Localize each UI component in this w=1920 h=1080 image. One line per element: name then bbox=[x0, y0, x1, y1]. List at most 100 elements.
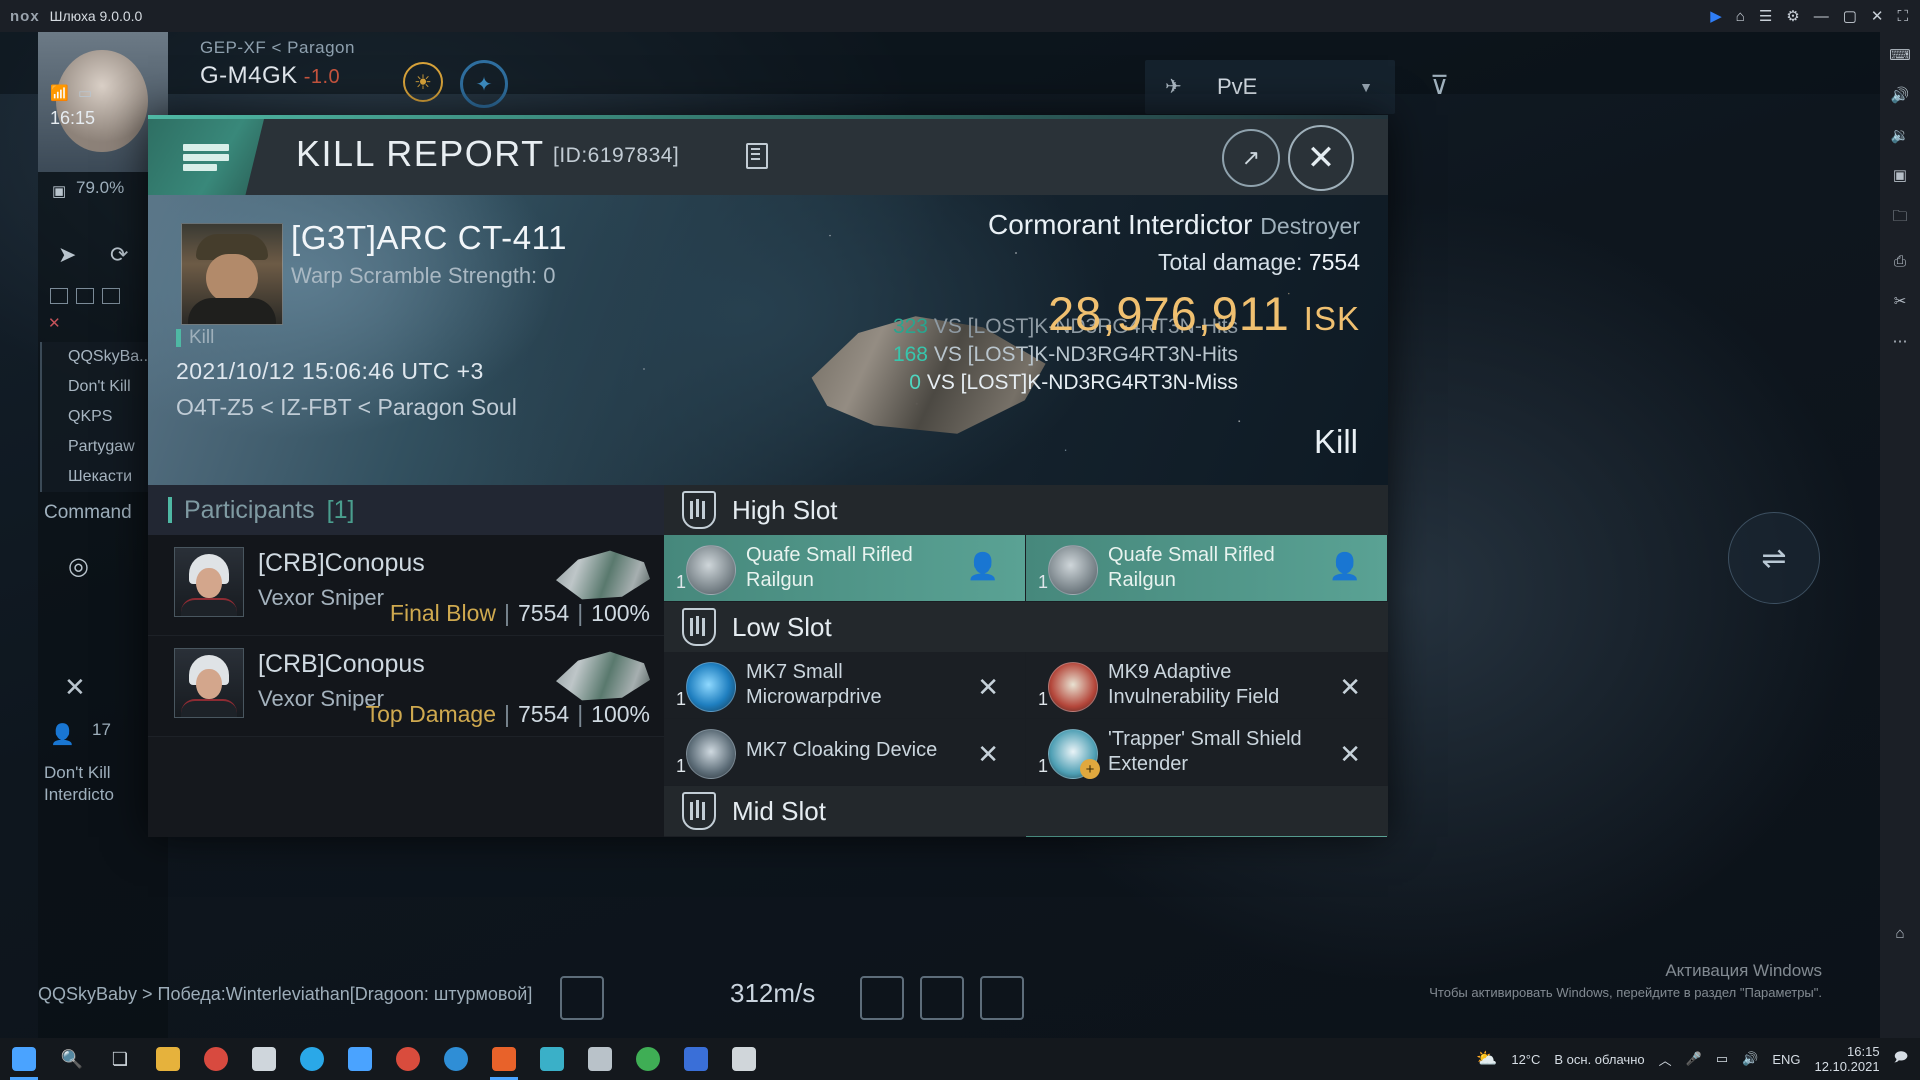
module-name: MK7 Cloaking Device bbox=[746, 739, 938, 761]
participants-count: [1] bbox=[326, 495, 355, 524]
list-item-2[interactable]: QKPS bbox=[40, 402, 162, 432]
scan-icon[interactable] bbox=[560, 976, 604, 1020]
play-icon[interactable]: ▶ bbox=[1710, 9, 1722, 24]
copy-icon[interactable] bbox=[746, 143, 768, 169]
filter-icon[interactable]: ⊽ bbox=[1430, 70, 1449, 101]
list-item-0[interactable]: QQSkyBa... bbox=[40, 342, 162, 372]
module-name: MK7 Small Microwarpdrive bbox=[746, 661, 882, 708]
taskbar-app-media-player[interactable] bbox=[672, 1038, 720, 1080]
pve-mode-selector[interactable]: ✈ PvE ▼ bbox=[1145, 60, 1395, 114]
battery-icon[interactable]: ▭ bbox=[1716, 1051, 1728, 1067]
shield-emblem-icon[interactable]: ✦ bbox=[460, 60, 508, 108]
taskbar-app-firefox-dev[interactable] bbox=[384, 1038, 432, 1080]
external-link-icon[interactable]: ↗ bbox=[1222, 129, 1280, 187]
screenshot-icon[interactable]: ▣ bbox=[1893, 166, 1907, 184]
ship-stats-block: Cormorant Interdictor Destroyer Total da… bbox=[988, 209, 1360, 341]
person-icon[interactable]: 👤 bbox=[1329, 551, 1361, 582]
module-item[interactable]: + 1 'Trapper' Small Shield Extender ✕ bbox=[1026, 719, 1388, 786]
module-item[interactable]: 1 MK7 Interdiction 👤 bbox=[1026, 836, 1388, 837]
warp-control-icon[interactable]: ⇌ bbox=[1728, 512, 1820, 604]
close-icon[interactable]: ✕ bbox=[1339, 739, 1361, 770]
taskbar-app-chrome[interactable] bbox=[192, 1038, 240, 1080]
module-item[interactable]: 1 Republic Fleet Warp ✕ bbox=[664, 836, 1026, 837]
taskbar-app-nox-player[interactable] bbox=[480, 1038, 528, 1080]
emulator-sidebar: ⌨ 🔊 🔉 ▣ 🗀 ⎙ ✂ ⋯ ⌂ bbox=[1880, 32, 1920, 1062]
more-icon[interactable]: ⋯ bbox=[1893, 332, 1908, 350]
fitting-panel: High Slot 1 Quafe Small Rifled Railgun 👤… bbox=[664, 485, 1388, 837]
language-indicator[interactable]: ENG bbox=[1772, 1052, 1800, 1067]
list-item-3[interactable]: Partygaw bbox=[40, 432, 162, 462]
volume-up-icon[interactable]: 🔊 bbox=[1891, 86, 1910, 104]
taskbar-app-edge[interactable] bbox=[432, 1038, 480, 1080]
task-view-icon[interactable]: ❏ bbox=[96, 1038, 144, 1080]
volume-icon[interactable]: 🔊 bbox=[1742, 1051, 1758, 1067]
module-slot-3[interactable] bbox=[980, 976, 1024, 1020]
maximize-icon[interactable]: ▢ bbox=[1843, 9, 1857, 24]
taskbar-app-store[interactable] bbox=[336, 1038, 384, 1080]
module-item[interactable]: 1 MK9 Adaptive Invulnerability Field ✕ bbox=[1026, 652, 1388, 719]
taskbar-clock[interactable]: 16:15 12.10.2021 bbox=[1814, 1044, 1879, 1074]
hamburger-menu-icon[interactable] bbox=[148, 119, 264, 195]
home-nav-icon[interactable]: ⌂ bbox=[1895, 925, 1904, 942]
close-icon[interactable]: ✕ bbox=[1339, 672, 1361, 703]
navigate-icon[interactable]: ➤ bbox=[58, 242, 76, 268]
close-icon[interactable]: ✕ bbox=[1871, 9, 1884, 24]
taskbar-app-file-explorer[interactable] bbox=[144, 1038, 192, 1080]
list-item-1[interactable]: Don't Kill bbox=[40, 372, 162, 402]
target-x-icon[interactable]: ✕ bbox=[48, 314, 61, 332]
module-item[interactable]: 1 Quafe Small Rifled Railgun 👤 bbox=[664, 535, 1026, 602]
table-row[interactable]: [CRB]Conopus Vexor Sniper Top Damage | 755… bbox=[148, 636, 664, 737]
keyboard-icon[interactable]: ⌨ bbox=[1889, 46, 1911, 64]
cargo-percent: 79.0% bbox=[76, 178, 125, 197]
windows-start-icon[interactable] bbox=[0, 1038, 48, 1080]
taskbar-app-notepad[interactable] bbox=[240, 1038, 288, 1080]
hex-icon-2 bbox=[76, 288, 94, 304]
person-icon[interactable]: 👤 bbox=[967, 551, 999, 582]
chevron-down-icon[interactable]: ▼ bbox=[1359, 79, 1373, 95]
module-qty: 1 bbox=[676, 689, 687, 709]
minimize-icon[interactable]: — bbox=[1814, 9, 1829, 24]
close-icon[interactable]: ✕ bbox=[977, 739, 999, 770]
search-icon[interactable]: 🔍 bbox=[48, 1038, 96, 1080]
volume-down-icon[interactable]: 🔉 bbox=[1891, 126, 1910, 144]
taskbar-app-chrome-2[interactable] bbox=[624, 1038, 672, 1080]
participant-damage: 7554 bbox=[518, 600, 570, 626]
module-item[interactable]: 1 MK7 Cloaking Device ✕ bbox=[664, 719, 1026, 786]
close-icon[interactable]: ✕ bbox=[1288, 125, 1354, 191]
taskbar-app-word[interactable] bbox=[720, 1038, 768, 1080]
wifi-icon: 📶 bbox=[50, 85, 69, 102]
avatar bbox=[174, 648, 244, 718]
table-row[interactable]: [CRB]Conopus Vexor Sniper Final Blow | 755… bbox=[148, 535, 664, 636]
hit-row: 0 VS [LOST]K-ND3RG4RT3N-Miss bbox=[618, 369, 1238, 397]
list-item-label: QQSkyBa... bbox=[68, 348, 153, 365]
security-status: -1.0 bbox=[303, 66, 341, 88]
refresh-icon[interactable]: ⟳ bbox=[110, 242, 128, 268]
scissors-icon[interactable]: ✂ bbox=[1894, 292, 1907, 310]
show-hidden-icon[interactable]: ︿ bbox=[1659, 1050, 1672, 1069]
module-slot-1[interactable] bbox=[860, 976, 904, 1020]
module-item[interactable]: 1 Quafe Small Rifled Railgun 👤 bbox=[1026, 535, 1388, 602]
taskbar-app-skype[interactable] bbox=[288, 1038, 336, 1080]
speed-readout: 312m/s bbox=[730, 978, 816, 1008]
home-icon[interactable]: ⌂ bbox=[1736, 9, 1745, 24]
record-icon[interactable]: ⎙ bbox=[1894, 253, 1906, 270]
microphone-icon[interactable]: 🎤 bbox=[1686, 1051, 1702, 1067]
folder-icon[interactable]: 🗀 bbox=[1892, 206, 1907, 231]
participant-damage: 7554 bbox=[518, 701, 570, 727]
taskbar-app-mouse-tool[interactable] bbox=[576, 1038, 624, 1080]
module-item[interactable]: 1 MK7 Small Microwarpdrive ✕ bbox=[664, 652, 1026, 719]
menu-icon[interactable]: ☰ bbox=[1759, 9, 1772, 24]
close-icon[interactable]: ✕ bbox=[977, 672, 999, 703]
slot-shield-icon bbox=[682, 608, 716, 646]
taskbar-app-photos[interactable] bbox=[528, 1038, 576, 1080]
list-item-4[interactable]: Шекасти bbox=[40, 462, 162, 492]
fullscreen-icon[interactable]: ⛶ bbox=[1897, 9, 1908, 24]
settings-icon[interactable]: ⚙ bbox=[1786, 9, 1799, 24]
sun-icon[interactable]: ☀ bbox=[403, 62, 443, 102]
cancel-icon[interactable]: ✕ bbox=[64, 672, 86, 703]
locate-icon[interactable]: ◎ bbox=[68, 552, 89, 581]
module-slot-2[interactable] bbox=[920, 976, 964, 1020]
kill-report-dialog: KILL REPORT [ID:6197834] ↗ ✕ [G3T]ARC CT… bbox=[148, 115, 1388, 837]
notification-icon[interactable]: 🗩 bbox=[1894, 1048, 1908, 1070]
kill-flag-badge: Kill bbox=[176, 327, 214, 349]
